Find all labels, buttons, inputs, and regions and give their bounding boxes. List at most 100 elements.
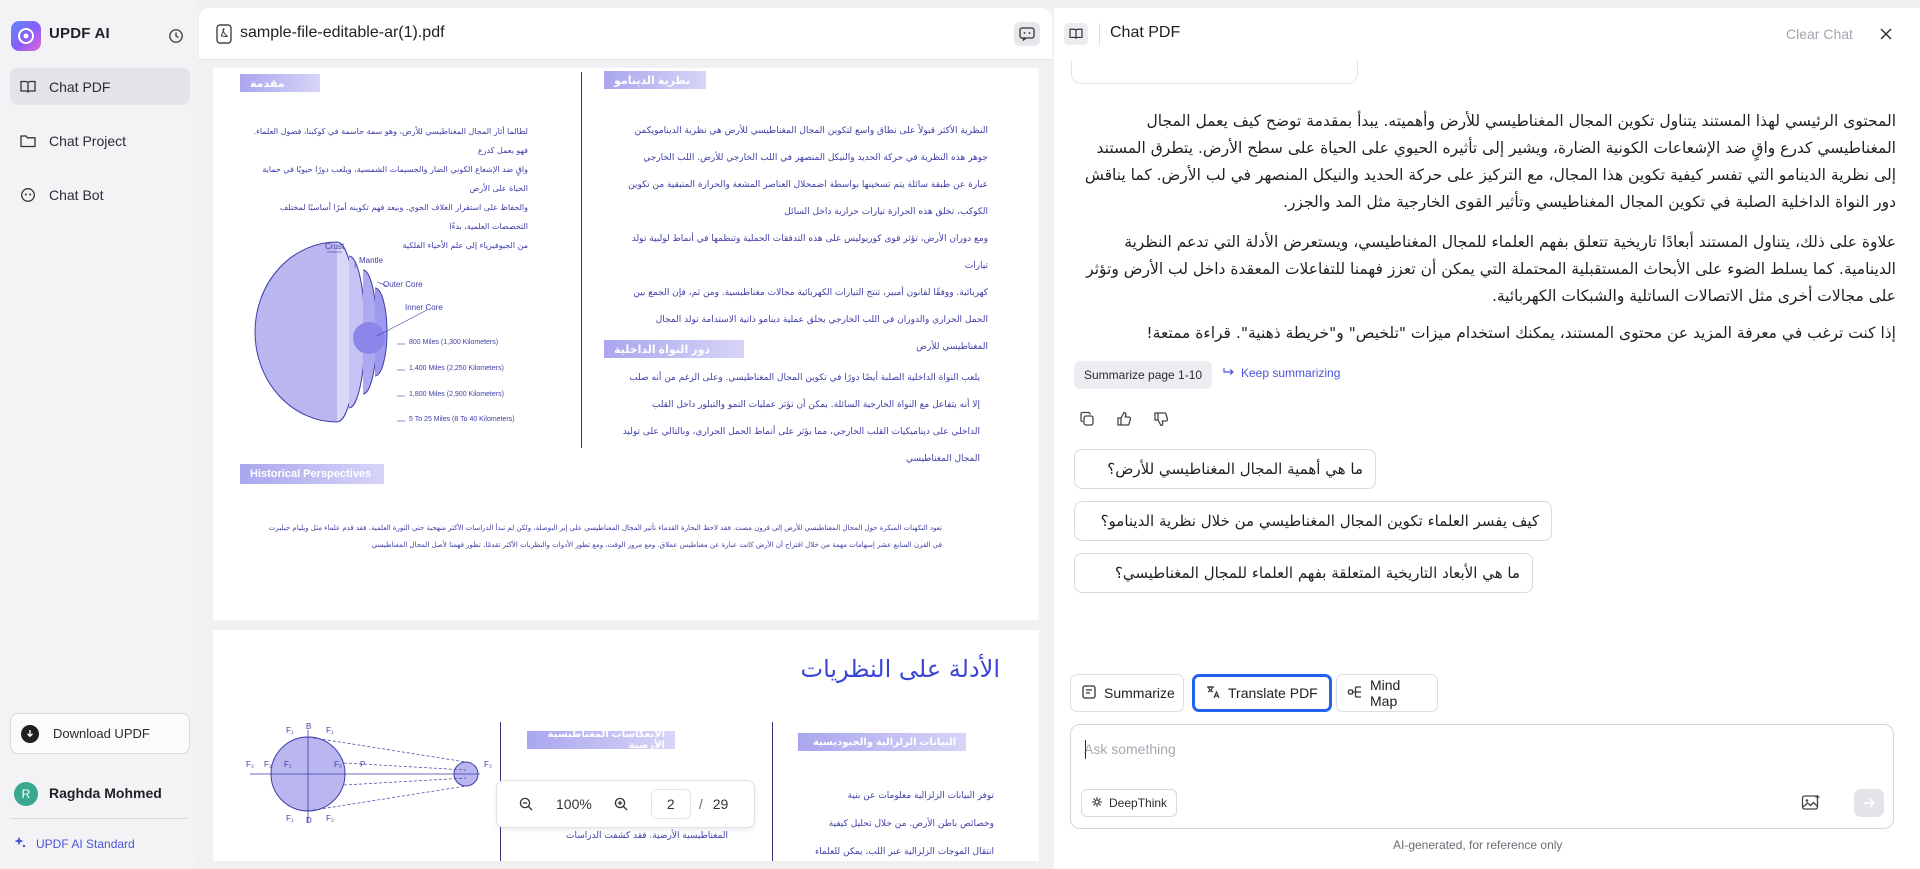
text-caret	[1085, 740, 1086, 759]
summarize-button[interactable]: Summarize	[1070, 674, 1184, 712]
seismic-paragraph: توفر البيانات الزلزالية معلومات عن بنية …	[800, 782, 994, 866]
text-line: الحمل الحراري والدوران في اللب الخارجي ي…	[655, 315, 988, 325]
suggested-question[interactable]: ما هي الأبعاد التاريخية المتعلقة بفهم ال…	[1074, 553, 1533, 593]
translate-label: Translate PDF	[1228, 685, 1318, 701]
total-pages: 29	[712, 796, 729, 812]
field-label: F₂	[246, 760, 254, 769]
earth-layers-illustration	[254, 241, 428, 423]
page-number-input[interactable]: 2	[650, 789, 691, 819]
deepthink-toggle[interactable]: DeepThink	[1081, 789, 1178, 817]
section-tag-geomagnetic: الانعكاسات المغناطيسية الأرضية	[527, 729, 675, 751]
distance-label: 5 To 25 Miles (8 To 40 Kilometers)	[409, 416, 515, 423]
mind-map-button[interactable]: Mind Map	[1336, 674, 1438, 712]
distance-label: 1,400 Miles (2,250 Kilometers)	[409, 365, 504, 372]
distance-label: 1,800 Miles (2,900 Kilometers)	[409, 391, 504, 398]
text-line: عبارة عن طبقة سائلة يتم تسخينها بواسطة ا…	[628, 180, 988, 190]
column-divider	[581, 72, 582, 448]
download-icon	[21, 724, 39, 743]
zoom-out-icon[interactable]	[515, 793, 537, 815]
text-line: ومع دوران الأرض، تؤثر قوى كوريوليس على ه…	[631, 234, 988, 271]
updf-logo-icon	[11, 21, 41, 51]
text-line: الكوكب، تخلق هذه الحرارة تيارات حرارية د…	[784, 207, 988, 217]
dynamo-paragraph: النظرية الأكثر قبولاً على نطاق واسع لتكو…	[612, 118, 988, 361]
zoom-level[interactable]: 100%	[556, 796, 592, 812]
layer-label: Mantle	[359, 256, 384, 265]
ai-disclaimer: AI-generated, for reference only	[1393, 838, 1563, 852]
pdf-file-icon	[215, 24, 233, 44]
field-label: F₁	[326, 726, 334, 735]
text-line: كهربائية. ووفقًا لقانون أمبير، تنتج التي…	[633, 288, 988, 298]
copy-icon[interactable]	[1078, 410, 1096, 428]
thumbs-down-icon[interactable]	[1152, 410, 1170, 428]
field-label: P	[360, 760, 366, 769]
avatar[interactable]: R	[14, 782, 38, 806]
answer-paragraph: علاوة على ذلك، يتناول المستند أبعادًا تا…	[1086, 233, 1896, 305]
field-label: F₁	[286, 814, 294, 823]
book-icon	[19, 78, 37, 96]
page-heading: الأدلة على النظريات	[800, 655, 1001, 683]
ai-chat-toggle-icon[interactable]	[1014, 22, 1040, 46]
thumbs-up-icon[interactable]	[1115, 410, 1133, 428]
field-label: F₂	[264, 760, 272, 769]
summarize-pages-chip[interactable]: Summarize page 1-10	[1074, 361, 1213, 389]
sidebar-item-chat-pdf[interactable]: Chat PDF	[10, 68, 190, 105]
field-label: F₁	[284, 760, 292, 769]
header-divider	[1099, 23, 1100, 45]
text-line: جوهر هذه النظرية في حركة الحديد والنيكل …	[643, 153, 988, 163]
field-label: F₁	[286, 726, 294, 735]
history-icon[interactable]	[165, 25, 187, 47]
section-tag-history: Historical Perspectives	[240, 464, 384, 484]
plan-badge[interactable]: UPDF AI Standard	[14, 836, 135, 851]
folder-icon	[19, 132, 37, 150]
suggested-question[interactable]: ما هي أهمية المجال المغناطيسي للأرض؟	[1074, 449, 1376, 489]
layer-label: Inner Core	[405, 303, 443, 312]
translate-pdf-button[interactable]: Translate PDF	[1192, 674, 1332, 712]
distance-label: 800 Miles (1,300 Kilometers)	[409, 339, 499, 346]
inner-core-paragraph: يلعب النواة الداخلية الصلبة أيضًا دورًا …	[612, 365, 980, 473]
sparkle-icon	[14, 836, 26, 851]
zoom-in-icon[interactable]	[610, 793, 632, 815]
translate-icon	[1205, 684, 1221, 703]
keep-summarizing-link[interactable]: Keep summarizing	[1223, 366, 1340, 380]
field-label: F₂	[326, 814, 334, 823]
mind-map-icon	[1347, 684, 1363, 703]
summarize-icon	[1081, 684, 1097, 703]
text-line: الداخلي على ديناميكيات القلب الخارجي، مم…	[622, 427, 980, 437]
section-tag-seismic: البيانات الزلزالية والجيوديسية	[798, 733, 966, 751]
clear-chat-button[interactable]: Clear Chat	[1786, 26, 1853, 42]
bot-icon	[19, 186, 37, 204]
layer-label: Outer Core	[383, 280, 423, 289]
field-label: B	[306, 722, 312, 731]
suggested-question[interactable]: كيف يفسر العلماء تكوين المجال المغناطيسي…	[1074, 501, 1552, 541]
sidebar-item-chat-bot[interactable]: Chat Bot	[10, 176, 190, 213]
pdf-filename: sample-file-editable-ar(1).pdf	[240, 24, 445, 41]
magnetic-field-diagram: F₂ F₁ B F₁ F₂ F₁ F₂ F₁ D F₂ P F₂	[244, 718, 494, 828]
text-line: المجال المغناطيسي	[905, 454, 980, 464]
chat-title: Chat PDF	[1110, 24, 1181, 41]
text-line: تعود التكهنات المبكرة حول المجال المغناط…	[268, 524, 942, 532]
text-line: انتقال الموجات الزلزالية عبر اللب، يمكن …	[814, 847, 994, 857]
close-icon[interactable]	[1876, 24, 1896, 44]
sidebar-divider	[10, 818, 188, 819]
text-line: توفر البيانات الزلزالية معلومات عن بنية	[847, 791, 994, 801]
user-name[interactable]: Raghda Mohmed	[49, 785, 162, 801]
redo-arrow-icon	[1223, 366, 1235, 380]
magnetic-field-illustration	[250, 730, 480, 822]
keep-summarizing-label: Keep summarizing	[1241, 366, 1341, 380]
sidebar-item-chat-project[interactable]: Chat Project	[10, 122, 190, 159]
ask-input[interactable]	[1084, 738, 1864, 760]
answer-paragraph: المحتوى الرئيسي لهذا المستند يتناول تكوي…	[1084, 112, 1896, 211]
zoom-toolbar: 100% 2 / 29	[496, 780, 755, 828]
text-line: واقٍ ضد الإشعاع الكوني الضار والجسيمات ا…	[262, 165, 528, 193]
text-line: لطالما أثار المجال المغناطيسي للأرض، وهو…	[253, 127, 528, 155]
text-line: وخصائص باطن الأرض. من خلال تحليل كيفية	[828, 819, 994, 829]
download-updf-button[interactable]: Download UPDF	[10, 713, 190, 754]
text-line: إلا أنه يتفاعل مع النواة الخارجية السائل…	[651, 400, 980, 410]
image-upload-icon[interactable]	[1800, 792, 1822, 814]
book-icon[interactable]	[1064, 23, 1088, 45]
send-icon[interactable]	[1854, 789, 1884, 817]
field-label: D	[306, 816, 312, 825]
plan-label: UPDF AI Standard	[36, 836, 135, 851]
download-label: Download UPDF	[53, 726, 150, 741]
text-line: والحفاظ على استقرار الغلاف الجوي. وبيعد …	[279, 203, 528, 231]
